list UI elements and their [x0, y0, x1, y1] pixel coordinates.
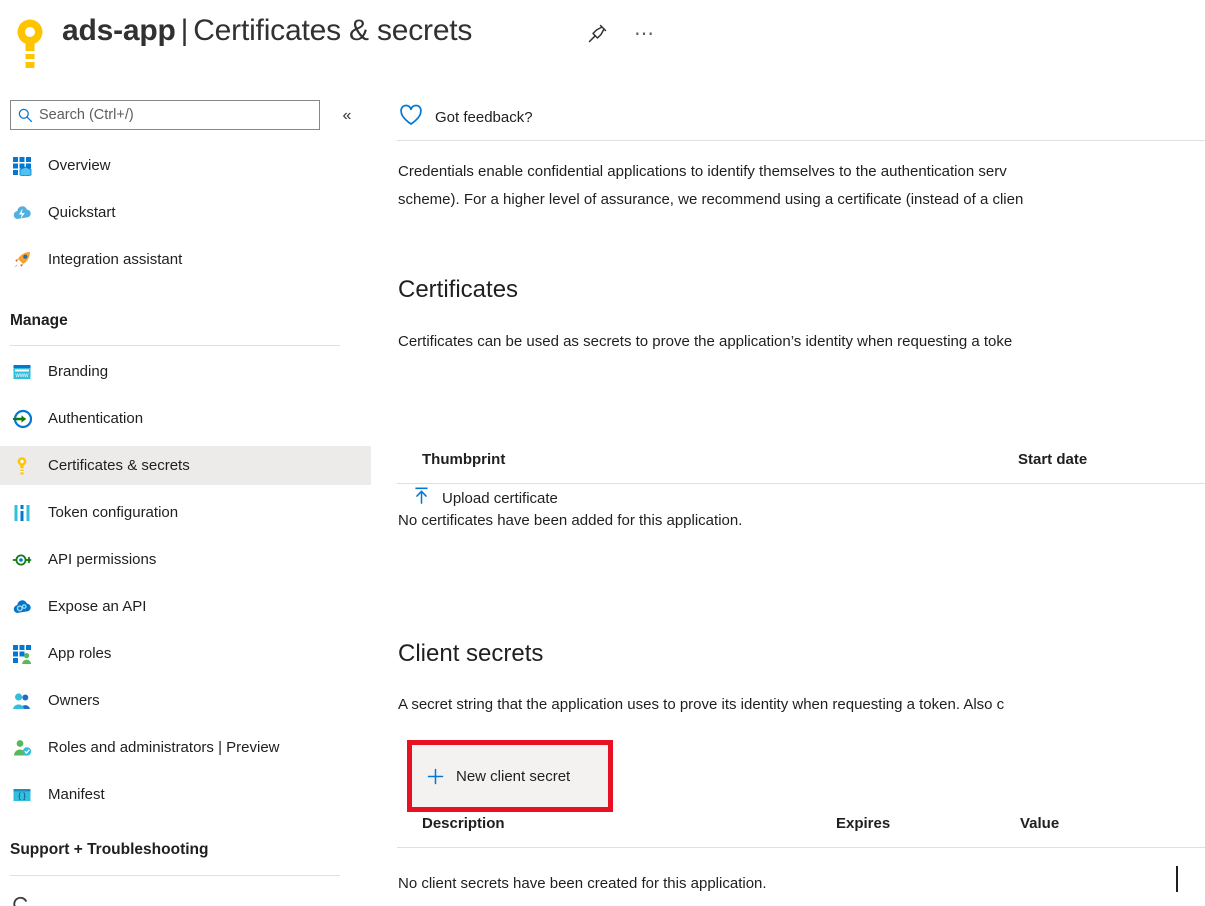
plus-icon — [426, 767, 445, 786]
certificates-column-start-date: Start date — [1018, 451, 1088, 468]
chevron-double-left-icon[interactable]: « — [336, 105, 358, 127]
svg-text:www: www — [15, 373, 30, 379]
intro-text-line-1: Credentials enable confidential applicat… — [398, 163, 1007, 180]
got-feedback-label: Got feedback? — [435, 108, 533, 126]
sidebar-item-overview[interactable]: Overview — [0, 146, 371, 185]
sidebar-item-label: Token configuration — [48, 504, 179, 521]
troubleshoot-icon — [12, 891, 32, 906]
arrow-into-circle-icon — [12, 409, 33, 429]
braces-icon: { } — [12, 785, 32, 805]
sidebar-item-label: Owners — [48, 692, 100, 709]
new-client-secret-label: New client secret — [456, 767, 571, 785]
page-title-app-name: ads-app — [62, 14, 176, 47]
intro-text-line-2: scheme). For a higher level of assurance… — [398, 191, 1024, 208]
client-secrets-empty-message: No client secrets have been created for … — [398, 875, 767, 892]
sidebar-item-label: Roles and administrators | Preview — [48, 739, 280, 756]
rocket-icon — [12, 250, 32, 270]
client-secrets-section-title: Client secrets — [398, 640, 544, 667]
cloud-lightning-icon — [12, 203, 32, 223]
search-icon — [11, 101, 39, 129]
client-secrets-table-divider — [397, 847, 1205, 848]
certificates-section-title: Certificates — [398, 276, 519, 303]
sidebar-item-label: Overview — [48, 157, 111, 174]
sidebar-item-authentication[interactable]: Authentication — [0, 399, 371, 438]
sidebar-group-title-support-troubleshooting: Support + Troubleshooting — [10, 841, 209, 858]
sidebar-item-troubleshooting-partial[interactable] — [0, 881, 371, 906]
grid-person-icon — [12, 644, 32, 664]
page-title: ads-app | Certificates & secrets — [62, 11, 472, 51]
two-people-icon — [12, 691, 32, 711]
pin-icon[interactable] — [583, 20, 611, 48]
sidebar-item-integration-assistant[interactable]: Integration assistant — [0, 240, 371, 279]
page-title-section: Certificates & secrets — [193, 14, 473, 47]
sidebar-item-label: Branding — [48, 363, 109, 380]
sidebar-item-label: Quickstart — [48, 204, 116, 221]
text-cursor — [1176, 866, 1178, 892]
blade-header: ads-app | Certificates & secrets ⋯ — [0, 0, 1205, 88]
ellipsis-icon[interactable]: ⋯ — [630, 20, 658, 48]
sidebar-group-title-manage: Manage — [10, 312, 68, 329]
azure-portal-blade: ads-app|Certificates & secrets ⋯ « — [0, 0, 1205, 906]
client-secrets-column-value: Value — [1020, 815, 1060, 832]
sidebar-item-label: App roles — [48, 645, 112, 662]
search-input[interactable] — [39, 107, 307, 123]
sidebar-item-quickstart[interactable]: Quickstart — [0, 193, 371, 232]
sidebar-item-token-configuration[interactable]: Token configuration — [0, 493, 371, 532]
new-client-secret-button[interactable]: New client secret — [412, 745, 608, 807]
heart-icon — [399, 104, 423, 131]
certificates-empty-message: No certificates have been added for this… — [398, 512, 743, 529]
person-shield-icon — [12, 738, 32, 758]
search-box[interactable] — [10, 100, 320, 130]
overview-grid-icon — [12, 156, 32, 176]
sidebar-group-divider — [10, 875, 340, 876]
sidebar-group-divider — [10, 345, 340, 346]
sidebar-item-label: Certificates & secrets — [48, 457, 190, 474]
certificates-description: Certificates can be used as secrets to p… — [398, 333, 1013, 350]
sidebar-item-certificates-and-secrets[interactable]: Certificates & secrets — [0, 446, 371, 485]
cloud-gears-icon — [12, 597, 32, 617]
upload-icon — [412, 486, 431, 510]
sidebar-item-branding[interactable]: www Branding — [0, 352, 371, 391]
header-divider — [397, 140, 1205, 141]
client-secrets-column-expires: Expires — [836, 815, 891, 832]
certificates-column-thumbprint: Thumbprint — [422, 451, 506, 468]
sidebar-item-label: API permissions — [48, 551, 157, 568]
sidebar-item-owners[interactable]: Owners — [0, 681, 371, 720]
key-icon — [12, 456, 32, 476]
sidebar-item-manifest[interactable]: { } Manifest — [0, 775, 371, 814]
sidebar-item-label: Authentication — [48, 410, 144, 427]
sidebar-item-api-permissions[interactable]: API permissions — [0, 540, 371, 579]
key-icon — [12, 18, 48, 70]
sidebar-item-label: Expose an API — [48, 598, 147, 615]
sidebar-item-label: Manifest — [48, 786, 105, 803]
certificates-table-divider — [397, 483, 1205, 484]
upload-certificate-button[interactable]: Upload certificate — [412, 482, 558, 514]
sidebar: « Overview Quickstart — [0, 88, 371, 906]
token-bars-icon — [12, 503, 32, 523]
upload-certificate-label: Upload certificate — [442, 489, 558, 507]
sidebar-item-app-roles[interactable]: App roles — [0, 634, 371, 673]
svg-text:{ }: { } — [18, 791, 26, 800]
browser-www-icon: www — [12, 362, 32, 382]
page-title-separator: | — [180, 14, 189, 47]
sidebar-item-roles-and-administrators[interactable]: Roles and administrators | Preview — [0, 728, 371, 767]
client-secrets-description: A secret string that the application use… — [398, 696, 1005, 713]
api-plug-icon — [12, 550, 32, 570]
client-secrets-column-description: Description — [422, 815, 505, 832]
sidebar-item-label: Integration assistant — [48, 251, 183, 268]
got-feedback-button[interactable]: Got feedback? — [399, 103, 533, 131]
sidebar-item-expose-an-api[interactable]: Expose an API — [0, 587, 371, 626]
